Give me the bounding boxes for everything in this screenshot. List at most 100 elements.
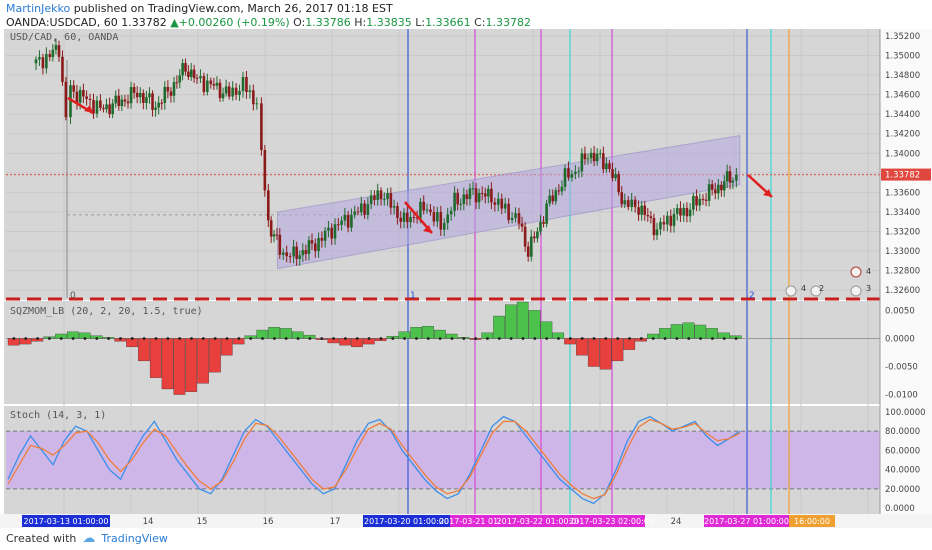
candle-body bbox=[523, 226, 527, 247]
candle-body bbox=[64, 81, 68, 118]
event-flag-icon[interactable] bbox=[850, 266, 862, 278]
event-flag-icon[interactable] bbox=[850, 285, 862, 297]
candle-body bbox=[429, 209, 432, 213]
sqz-dot bbox=[48, 337, 51, 340]
candle-body bbox=[313, 243, 317, 252]
candle-body bbox=[260, 103, 263, 151]
candle-body bbox=[376, 190, 380, 200]
candle-body bbox=[577, 171, 581, 173]
candle-body bbox=[710, 184, 714, 190]
sqz-dot bbox=[296, 337, 300, 340]
candle-body bbox=[529, 236, 533, 257]
sqz-dot bbox=[332, 337, 335, 340]
candle-body bbox=[350, 214, 353, 228]
candle-body bbox=[405, 212, 409, 223]
candle-body bbox=[292, 246, 295, 257]
sqz-bar bbox=[149, 338, 162, 378]
candle-body bbox=[343, 214, 347, 221]
sqz-dot bbox=[486, 337, 489, 340]
stoch-pane-title: Stoch (14, 3, 1) bbox=[10, 410, 107, 421]
candle-body bbox=[456, 192, 459, 205]
candle-body bbox=[148, 93, 151, 98]
sqz-bar bbox=[268, 327, 280, 339]
candle-body bbox=[114, 95, 118, 104]
candle-body bbox=[707, 184, 711, 201]
price-tick-label: 1.33200 bbox=[885, 227, 920, 237]
sqz-bar bbox=[422, 325, 434, 339]
candle-body bbox=[490, 188, 493, 203]
sqz-bar bbox=[694, 324, 707, 339]
candle-body bbox=[231, 87, 234, 97]
candle-body bbox=[379, 190, 383, 200]
sqz-dot bbox=[734, 337, 738, 340]
candle-body bbox=[432, 212, 436, 222]
candle-body bbox=[396, 206, 399, 218]
candle-body bbox=[195, 77, 199, 79]
chart-svg[interactable]: 1.35200 1.35000 1.34800 1.34600 1.34400 1.342… bbox=[0, 0, 932, 550]
sqz-bar bbox=[540, 321, 553, 339]
candle-body bbox=[701, 198, 705, 200]
sqz-dot bbox=[261, 337, 264, 340]
price-tick-label: 1.33400 bbox=[885, 208, 920, 218]
sqz-dot bbox=[190, 337, 193, 340]
candle-body bbox=[369, 195, 373, 205]
candle-body bbox=[85, 96, 88, 99]
sqz-dot bbox=[213, 337, 217, 340]
sqz-dot bbox=[71, 337, 75, 340]
candle-body bbox=[717, 184, 720, 194]
candle-body bbox=[382, 199, 386, 201]
tradingview-brand[interactable]: TradingView bbox=[101, 532, 167, 545]
sqz-dot bbox=[249, 337, 253, 340]
candle-body bbox=[720, 184, 723, 191]
sqz-dot bbox=[568, 337, 572, 340]
candle-body bbox=[626, 200, 630, 208]
candle-body bbox=[662, 221, 666, 225]
candle-body bbox=[589, 152, 593, 159]
sqz-dot bbox=[284, 337, 288, 340]
candle-body bbox=[728, 171, 732, 183]
candle-body bbox=[449, 210, 453, 215]
price-tick-label: 1.33600 bbox=[885, 188, 920, 198]
axis-labels: 1.35200 1.35000 1.34800 1.34600 1.34400 1.342… bbox=[879, 29, 932, 514]
candle-body bbox=[735, 174, 738, 181]
candle-body bbox=[82, 90, 85, 97]
sqz-dot bbox=[225, 337, 229, 340]
sqz-dot bbox=[711, 337, 714, 340]
sqz-dot bbox=[367, 337, 371, 340]
candle-body bbox=[120, 99, 124, 107]
candle-body bbox=[554, 190, 558, 202]
candle-body bbox=[151, 93, 154, 110]
candle-body bbox=[175, 82, 179, 84]
candle-body bbox=[99, 100, 102, 109]
candle-body bbox=[181, 63, 184, 76]
sqz-bar bbox=[599, 338, 612, 370]
sqz-dot bbox=[592, 337, 596, 340]
sqz-dot bbox=[154, 337, 158, 340]
candle-body bbox=[542, 221, 545, 224]
price-tick-label: 1.34200 bbox=[885, 130, 920, 140]
x-tick-label: 17 bbox=[330, 517, 341, 527]
x-tick-label: 14 bbox=[143, 517, 154, 527]
candle-body bbox=[310, 240, 314, 244]
candle-body bbox=[682, 207, 685, 216]
sqz-dot bbox=[272, 337, 276, 340]
sqz-bar bbox=[138, 338, 150, 362]
date-highlight-label: 2017-03-13 01:00:00 bbox=[24, 517, 109, 526]
candle-body bbox=[135, 92, 139, 98]
candle-body bbox=[267, 190, 270, 221]
candle-body bbox=[295, 246, 298, 259]
candle-body bbox=[41, 57, 45, 69]
stoch-tick-label: 60.0000 bbox=[885, 446, 920, 456]
sqz-dot bbox=[580, 337, 584, 340]
candle-body bbox=[500, 198, 504, 209]
candle-body bbox=[453, 192, 456, 211]
sqz-bar bbox=[682, 322, 695, 339]
sqz-bar bbox=[280, 328, 292, 339]
candle-body bbox=[333, 224, 337, 239]
candle-body bbox=[669, 215, 673, 226]
candle-body bbox=[166, 86, 170, 92]
event-flag-icon[interactable] bbox=[785, 285, 797, 297]
x-tick-label: 15 bbox=[197, 517, 208, 527]
marker-two: 2 bbox=[749, 291, 755, 301]
candle-body bbox=[320, 237, 324, 241]
